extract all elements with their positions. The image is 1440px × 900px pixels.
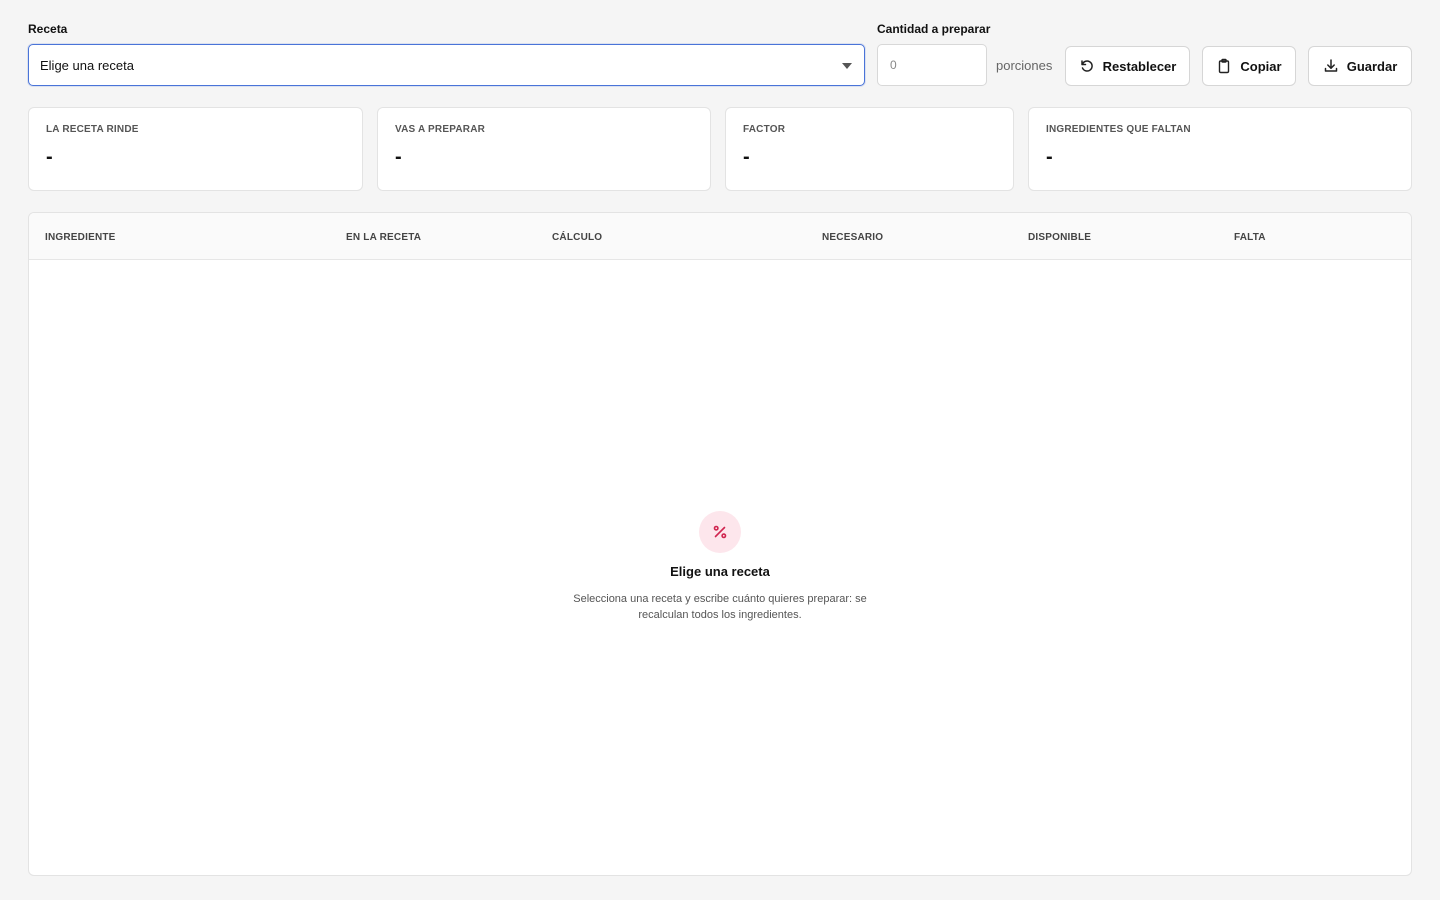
empty-state-title: Elige una receta (670, 564, 770, 579)
recipe-label: Receta (28, 22, 68, 36)
ingredients-table: INGREDIENTE EN LA RECETA CÁLCULO NECESAR… (28, 212, 1412, 876)
stat-card-factor: FACTOR - (725, 107, 1014, 191)
stat-card-recipe-yield: LA RECETA RINDE - (28, 107, 363, 191)
column-header-in-recipe: EN LA RECETA (346, 232, 422, 243)
reset-button[interactable]: Restablecer (1065, 46, 1190, 86)
stat-value: - (46, 146, 53, 168)
quantity-input[interactable] (877, 44, 987, 86)
column-header-available: DISPONIBLE (1028, 232, 1092, 243)
chevron-down-icon (842, 63, 852, 69)
save-button-label: Guardar (1346, 58, 1398, 74)
quantity-unit: porciones (996, 58, 1053, 73)
save-button[interactable]: Guardar (1308, 46, 1412, 86)
stat-value: - (1046, 146, 1053, 168)
recipe-select-value: Elige una receta (40, 57, 134, 73)
column-header-calculation: CÁLCULO (552, 232, 603, 243)
stat-label: INGREDIENTES QUE FALTAN (1046, 124, 1191, 135)
stat-value: - (395, 146, 402, 168)
reset-icon (1080, 60, 1093, 72)
recipe-select[interactable]: Elige una receta (28, 44, 865, 86)
stat-label: VAS A PREPARAR (395, 124, 486, 135)
empty-state-description: Selecciona una receta y escribe cuánto q… (573, 593, 867, 621)
stat-value: - (743, 146, 750, 168)
percent-icon (699, 511, 741, 553)
stat-label: FACTOR (743, 124, 786, 135)
clipboard-icon (1219, 58, 1230, 74)
quantity-label: Cantidad a preparar (877, 22, 991, 36)
stat-card-to-prepare: VAS A PREPARAR - (377, 107, 711, 191)
copy-button-label: Copiar (1240, 58, 1282, 74)
table-header: INGREDIENTE EN LA RECETA CÁLCULO NECESAR… (29, 213, 1411, 260)
copy-button[interactable]: Copiar (1202, 46, 1296, 86)
column-header-needed: NECESARIO (822, 232, 884, 243)
reset-button-label: Restablecer (1102, 58, 1177, 74)
column-header-missing: FALTA (1234, 232, 1266, 243)
download-icon (1324, 59, 1337, 72)
stat-label: LA RECETA RINDE (46, 124, 139, 135)
column-header-ingredient: INGREDIENTE (45, 232, 116, 243)
stat-card-missing-ingredients: INGREDIENTES QUE FALTAN - (1028, 107, 1412, 191)
empty-state: Elige una receta Selecciona una receta y… (29, 511, 1411, 623)
